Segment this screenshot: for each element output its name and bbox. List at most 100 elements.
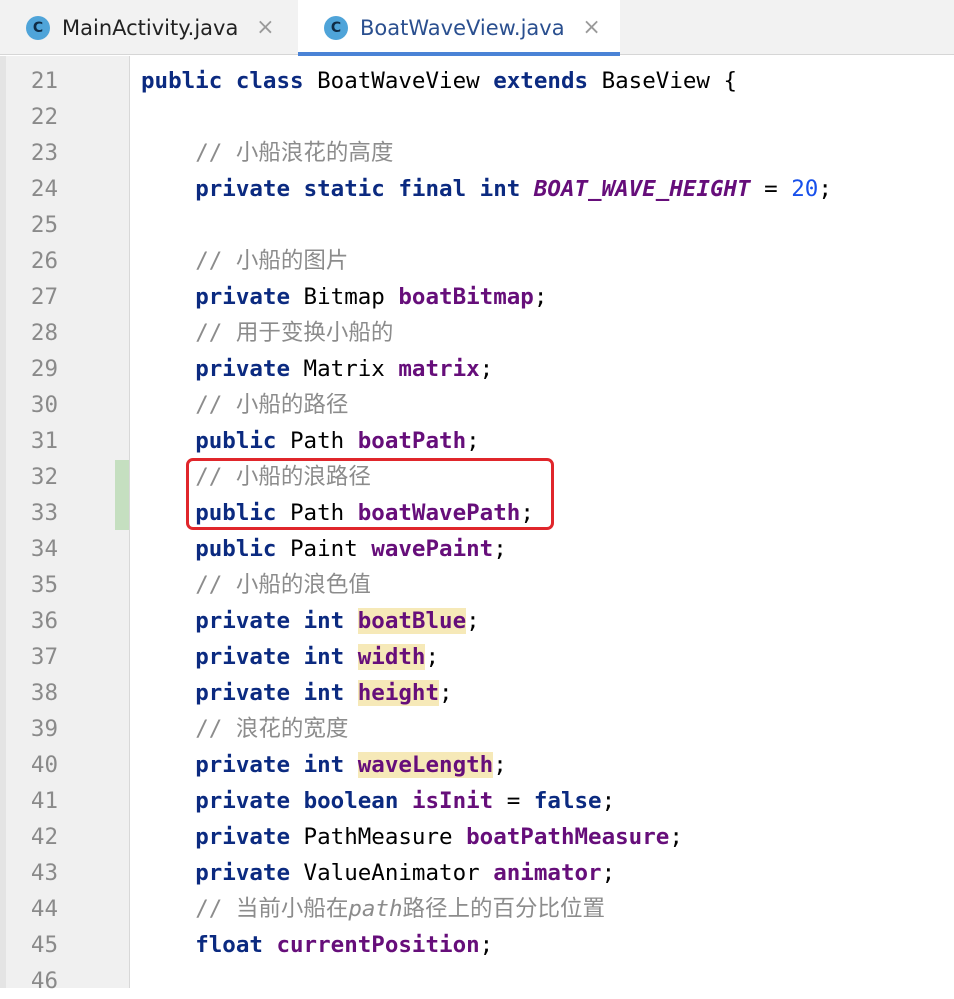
code-token: // 当前小船在 xyxy=(195,896,349,922)
code-token: public xyxy=(195,428,277,454)
code-text: public class BoatWaveView extends BaseVi… xyxy=(141,63,737,99)
code-token: int xyxy=(479,176,521,202)
code-text: private Matrix matrix; xyxy=(141,351,493,387)
code-line[interactable]: 26 // 小船的图片 xyxy=(0,243,954,279)
code-line[interactable]: 28 // 用于变换小船的 xyxy=(0,315,954,351)
code-line[interactable]: 31 public Path boatPath; xyxy=(0,423,954,459)
code-line[interactable]: 40 private int waveLength; xyxy=(0,747,954,783)
code-token: height xyxy=(357,680,440,706)
code-token: BOAT_WAVE_HEIGHT xyxy=(533,176,751,202)
code-line[interactable]: 21 public class BoatWaveView extends Base… xyxy=(0,63,954,99)
code-line[interactable]: 34 public Paint wavePaint; xyxy=(0,531,954,567)
active-tab-indicator xyxy=(298,52,620,56)
code-line[interactable]: 41 private boolean isInit = false; xyxy=(0,783,954,819)
code-line[interactable]: 25 xyxy=(0,207,954,243)
code-line[interactable]: 27 private Bitmap boatBitmap; xyxy=(0,279,954,315)
code-token: false xyxy=(533,788,602,814)
line-number: 28 xyxy=(30,320,58,346)
code-line[interactable]: 30 // 小船的路径 xyxy=(0,387,954,423)
code-token: private xyxy=(195,680,291,706)
tab-main-activity[interactable]: C MainActivity.java × xyxy=(0,0,296,55)
code-line[interactable]: 46 xyxy=(0,963,954,999)
close-icon[interactable]: × xyxy=(581,16,603,39)
code-line[interactable]: 43 private ValueAnimator animator; xyxy=(0,855,954,891)
code-line[interactable]: 23 // 小船浪花的高度 xyxy=(0,135,954,171)
code-token: wavePaint xyxy=(371,536,494,562)
code-line[interactable]: 44 // 当前小船在path路径上的百分比位置 xyxy=(0,891,954,927)
code-token: int xyxy=(303,752,345,778)
code-token: waveLength xyxy=(357,752,494,778)
code-text: public Path boatPath; xyxy=(141,423,479,459)
code-token: PathMeasure xyxy=(290,824,467,850)
code-token: public xyxy=(141,68,223,94)
code-token: boatBitmap xyxy=(398,284,534,310)
editor-tab-bar: C MainActivity.java × C BoatWaveView.jav… xyxy=(0,0,954,56)
line-number: 38 xyxy=(30,680,58,706)
code-text: private boolean isInit = false; xyxy=(141,783,615,819)
code-token: = xyxy=(493,788,534,814)
code-token: public xyxy=(195,536,277,562)
code-line[interactable]: 24 private static final int BOAT_WAVE_HE… xyxy=(0,171,954,207)
line-number: 23 xyxy=(30,140,58,166)
code-text: private int height; xyxy=(141,675,453,711)
line-number: 42 xyxy=(30,824,58,850)
code-text: private int boatBlue; xyxy=(141,603,480,639)
code-token: private xyxy=(195,860,291,886)
line-number: 29 xyxy=(30,356,58,382)
code-text: // 浪花的宽度 xyxy=(141,711,348,747)
line-number: 24 xyxy=(30,176,58,202)
code-token: ValueAnimator xyxy=(290,860,494,886)
code-line[interactable]: 29 private Matrix matrix; xyxy=(0,351,954,387)
code-token: ; xyxy=(533,284,548,310)
code-line[interactable]: 38 private int height; xyxy=(0,675,954,711)
code-line[interactable]: 45 float currentPosition; xyxy=(0,927,954,963)
code-token: // 小船的浪色值 xyxy=(195,572,371,598)
code-token: isInit xyxy=(411,788,494,814)
code-line[interactable]: 35 // 小船的浪色值 xyxy=(0,567,954,603)
code-token: width xyxy=(357,644,426,670)
code-line[interactable]: 36 private int boatBlue; xyxy=(0,603,954,639)
code-line[interactable]: 42 private PathMeasure boatPathMeasure; xyxy=(0,819,954,855)
tab-boat-wave-view[interactable]: C BoatWaveView.java × xyxy=(298,0,620,56)
code-token: ; xyxy=(601,860,616,886)
code-line[interactable]: 37 private int width; xyxy=(0,639,954,675)
code-token: ; xyxy=(493,752,507,778)
line-number: 30 xyxy=(30,392,58,418)
code-token: // 用于变换小船的 xyxy=(195,320,394,346)
code-token: boolean xyxy=(303,788,399,814)
code-text: // 用于变换小船的 xyxy=(141,315,393,351)
code-text: // 小船的路径 xyxy=(141,387,348,423)
code-token: path xyxy=(348,896,403,922)
code-token: int xyxy=(303,608,345,634)
code-line[interactable]: 22 xyxy=(0,99,954,135)
code-token: private xyxy=(195,356,291,382)
code-line[interactable]: 39 // 浪花的宽度 xyxy=(0,711,954,747)
line-number: 43 xyxy=(30,860,58,886)
code-text: private ValueAnimator animator; xyxy=(141,855,615,891)
code-text: private PathMeasure boatPathMeasure; xyxy=(141,819,683,855)
code-token: Bitmap xyxy=(290,284,399,310)
java-class-icon: C xyxy=(26,15,50,40)
code-token: Matrix xyxy=(290,356,399,382)
line-number: 37 xyxy=(30,644,58,670)
close-icon[interactable]: × xyxy=(254,16,276,39)
code-token: 20 xyxy=(791,176,819,202)
